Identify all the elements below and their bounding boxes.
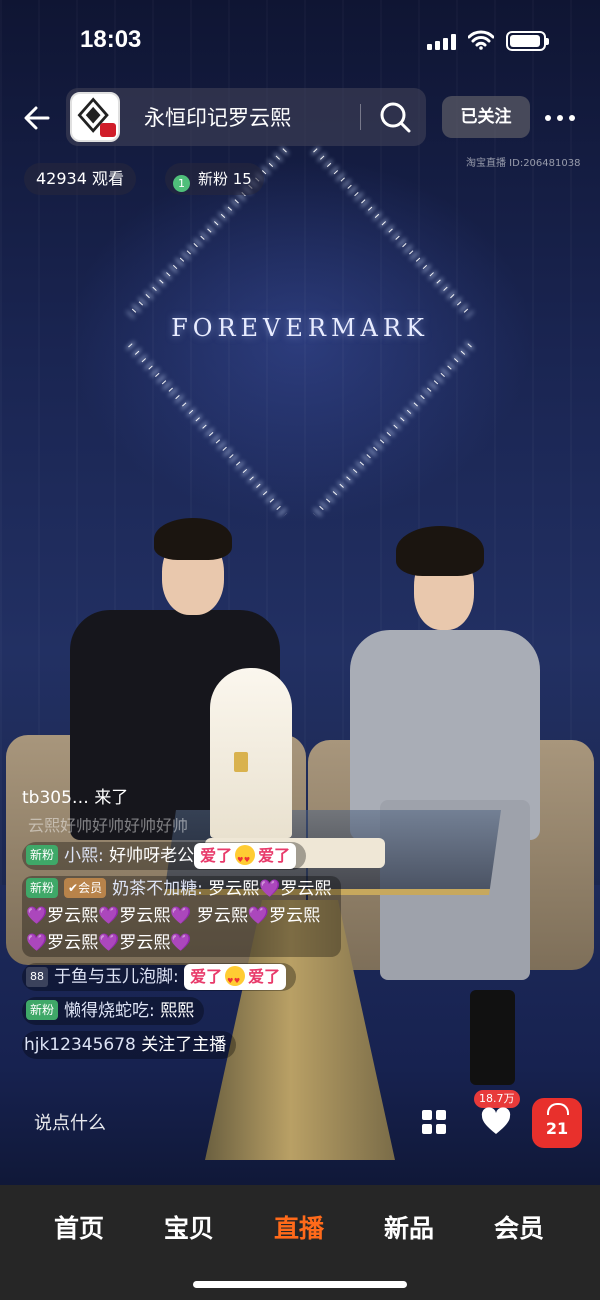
store-search-bar[interactable]: 永恒印记罗云熙: [66, 88, 426, 146]
search-divider: [360, 104, 361, 130]
comment-user: 懒得烧蛇吃:: [64, 1001, 155, 1021]
wifi-icon: [468, 30, 494, 50]
heart-eyes-emoji-icon: [235, 845, 256, 873]
tab-live[interactable]: 直播: [249, 1209, 349, 1245]
store-logo[interactable]: [70, 92, 120, 142]
fans-rank-icon: 1: [173, 175, 190, 192]
join-user: tb305…: [22, 788, 89, 808]
comment-user: 小熙:: [64, 846, 104, 866]
viewer-count: 42934 观看: [24, 163, 136, 195]
follow-notice: hjk12345678 关注了主播: [22, 1031, 502, 1059]
comment-item: 新粉 懒得烧蛇吃: 熙熙: [22, 997, 502, 1025]
more-options-icon[interactable]: [543, 104, 577, 132]
search-icon[interactable]: [378, 100, 412, 134]
forevermark-logo: FOREVERMARK: [171, 314, 429, 342]
love-sticker: 爱了爱了: [194, 843, 297, 873]
level-tag: 88: [26, 967, 48, 987]
store-name: 永恒印记罗云熙: [144, 106, 291, 130]
shopping-bag-button[interactable]: 21: [532, 1098, 582, 1148]
follow-text: 关注了主播: [141, 1035, 227, 1055]
new-fans-count: 新粉 15: [198, 170, 252, 188]
new-fans-badge[interactable]: 1 新粉 15: [165, 163, 264, 195]
comment-text: 罗云熙💜罗云熙: [208, 879, 332, 899]
love-sticker: 爱了爱了: [184, 964, 287, 994]
comment-item: 新粉 ✔会员 奶茶不加糖: 罗云熙💜罗云熙 💜罗云熙💜罗云熙💜 罗云熙💜罗云熙 💜罗…: [22, 876, 502, 957]
new-fan-tag: 新粉: [26, 845, 59, 865]
join-text: 来了: [94, 788, 129, 808]
follow-user: hjk12345678: [24, 1035, 136, 1055]
member-tag: ✔会员: [64, 878, 107, 898]
pendant: [234, 752, 248, 772]
comment-text-cont: 💜罗云熙💜罗云熙💜 罗云熙💜罗云熙: [26, 906, 321, 926]
more-features-grid-icon[interactable]: [420, 1108, 448, 1136]
comment-text-cont: 💜罗云熙💜罗云熙💜: [26, 933, 192, 953]
comment-item: 88 于鱼与玉儿泡脚: 爱了爱了: [22, 963, 502, 994]
home-indicator[interactable]: [193, 1281, 407, 1288]
live-room-id: 淘宝直播 ID:206481038: [466, 158, 581, 169]
comment-user: 于鱼与玉儿泡脚:: [54, 967, 179, 987]
comment-text: 好帅呀老公: [109, 846, 195, 866]
status-time: 18:03: [80, 26, 142, 53]
status-bar: 18:03: [0, 0, 600, 84]
comment-feed[interactable]: tb305… 来了 云熙好帅好帅好帅好帅 新粉小熙: 好帅呀老公爱了爱了 新粉✔…: [22, 784, 502, 1065]
back-arrow-icon[interactable]: [18, 98, 58, 138]
faded-comment: 云熙好帅好帅好帅好帅: [28, 818, 189, 834]
comment-text: 熙熙: [160, 1001, 195, 1021]
store-badge-icon: [100, 123, 116, 137]
comment-input[interactable]: 说点什么: [20, 1100, 400, 1148]
tab-new-arrivals[interactable]: 新品: [359, 1209, 459, 1245]
tab-membership[interactable]: 会员: [469, 1209, 569, 1245]
followed-button[interactable]: 已关注: [442, 96, 530, 138]
comment-user: 奶茶不加糖:: [112, 879, 203, 899]
comment-item: 新粉小熙: 好帅呀老公爱了爱了: [22, 842, 502, 873]
tab-products[interactable]: 宝贝: [139, 1209, 239, 1245]
tab-home[interactable]: 首页: [29, 1209, 129, 1245]
like-heart-icon[interactable]: [480, 1106, 512, 1138]
heart-eyes-emoji-icon: [225, 966, 246, 994]
battery-icon: [506, 31, 549, 51]
cellular-signal-icon: [427, 34, 457, 50]
new-fan-tag: 新粉: [26, 1000, 59, 1020]
new-fan-tag: 新粉: [26, 878, 59, 898]
join-notice: tb305… 来了: [22, 784, 502, 812]
